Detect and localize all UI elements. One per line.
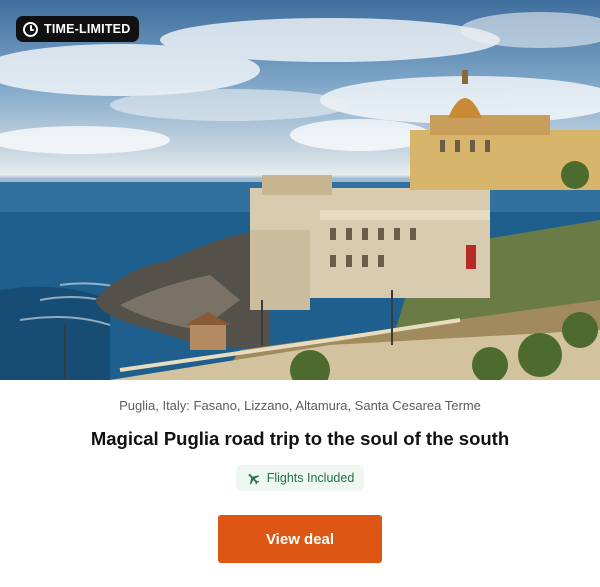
- clock-icon: [23, 21, 38, 37]
- time-limited-badge: TIME-LIMITED: [16, 16, 140, 42]
- airplane-icon: [248, 473, 259, 485]
- tag-label: Flights Included: [266, 471, 355, 485]
- location-text: Puglia, Italy: Fasano, Lizzano, Altamura…: [119, 398, 481, 413]
- badge-label: TIME-LIMITED: [44, 22, 131, 36]
- flights-included-tag: Flights Included: [236, 465, 364, 491]
- hero-image[interactable]: TIME-LIMITED: [0, 0, 600, 380]
- coastline-scene: [0, 12, 600, 380]
- view-deal-button[interactable]: View deal: [218, 515, 382, 563]
- deal-card[interactable]: TIME-LIMITED Puglia, Italy: Fasano, Lizz…: [0, 0, 600, 587]
- deal-title[interactable]: Magical Puglia road trip to the soul of …: [0, 428, 600, 450]
